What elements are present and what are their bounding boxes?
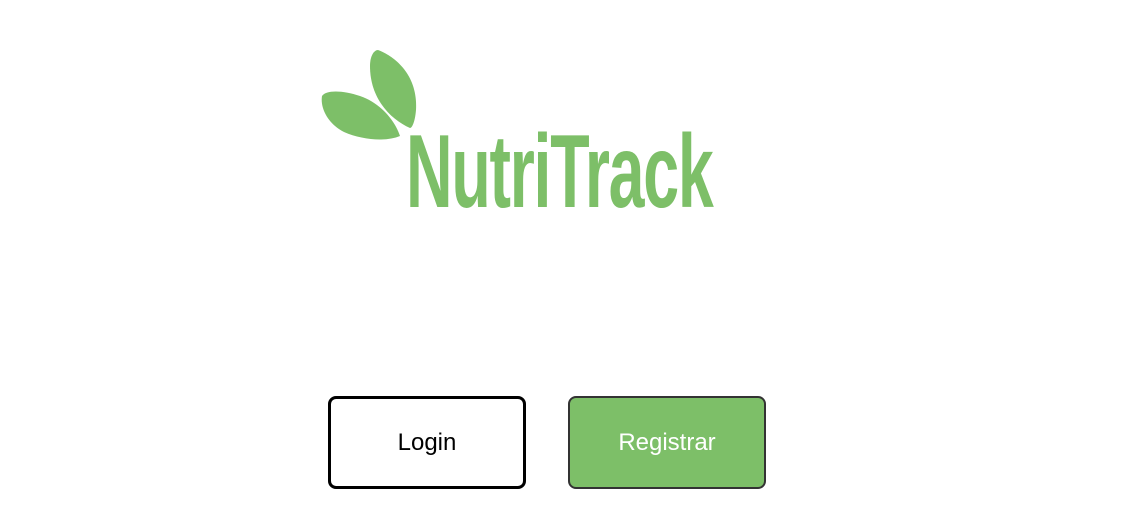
login-button-label: Login [397, 428, 457, 456]
register-button[interactable]: Registrar [568, 396, 766, 489]
register-button-label: Registrar [618, 428, 716, 456]
login-button[interactable]: Login [328, 396, 526, 489]
landing-page: NutriTrack Login Registrar [0, 0, 1144, 529]
nutritrack-logo: NutriTrack [321, 48, 782, 230]
logo-text: NutriTrack [406, 114, 714, 230]
